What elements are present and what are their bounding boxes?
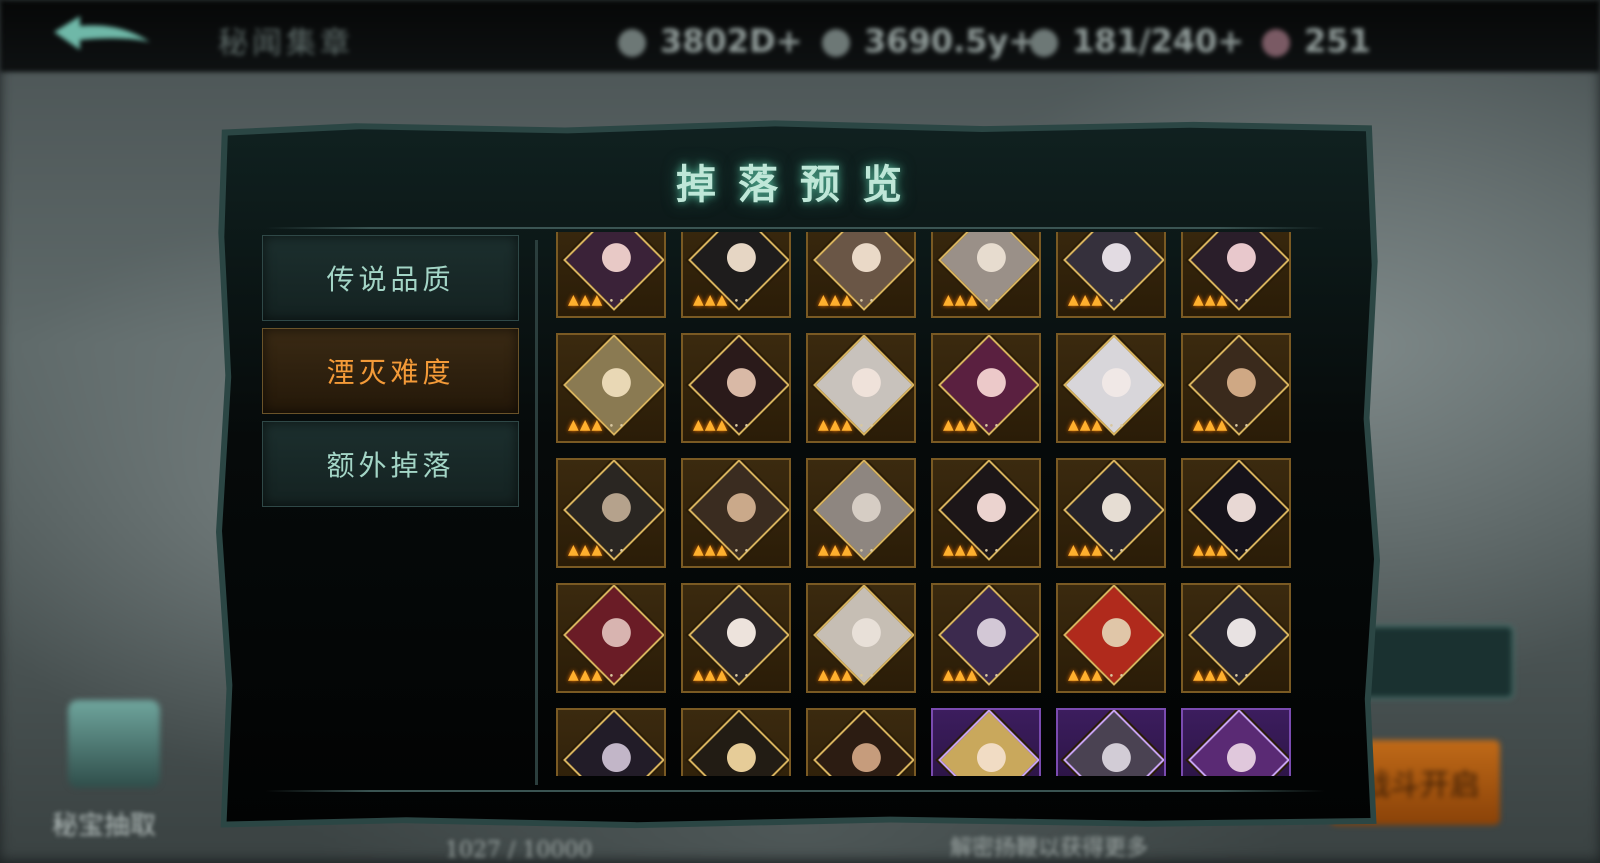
drop-item-card[interactable]: ▲▲▲ • •	[1181, 458, 1291, 568]
character-portrait	[688, 710, 789, 776]
character-portrait	[813, 710, 914, 776]
star-rating-icon: ▲▲▲ • •	[818, 417, 876, 433]
drop-item-card[interactable]: ▲▲▲ • •	[556, 232, 666, 318]
stamina-icon	[1030, 29, 1058, 57]
star-rating-icon: ▲▲▲ • •	[943, 667, 1001, 683]
drop-item-card[interactable]: ▲▲▲ • •	[1056, 708, 1166, 776]
star-rating-icon: ▲▲▲ • •	[818, 542, 876, 558]
drop-item-card[interactable]: ▲▲▲ • •	[556, 458, 666, 568]
screen-title: 秘闻集章	[218, 26, 354, 61]
character-portrait	[1188, 710, 1289, 776]
drop-item-card[interactable]: ▲▲▲ • •	[1181, 232, 1291, 318]
divider	[265, 227, 1325, 229]
tab-extra-drops[interactable]: 额外掉落	[262, 421, 519, 507]
drop-item-card[interactable]: ▲▲▲ • •	[1056, 333, 1166, 443]
drop-item-card[interactable]: ▲▲▲ • •	[556, 333, 666, 443]
drop-item-card[interactable]: ▲▲▲ • •	[806, 458, 916, 568]
drop-item-card[interactable]: ▲▲▲ • •	[806, 333, 916, 443]
star-rating-icon: ▲▲▲ • •	[943, 292, 1001, 308]
star-rating-icon: ▲▲▲ • •	[1068, 417, 1126, 433]
divider	[265, 790, 1325, 792]
drop-item-card[interactable]: ▲▲▲ • •	[931, 232, 1041, 318]
star-rating-icon: ▲▲▲ • •	[693, 667, 751, 683]
drop-item-card[interactable]: ▲▲▲ • •	[806, 583, 916, 693]
star-rating-icon: ▲▲▲ • •	[818, 667, 876, 683]
drop-item-card[interactable]: ▲▲▲ • •	[1056, 583, 1166, 693]
star-rating-icon: ▲▲▲ • •	[1068, 292, 1126, 308]
star-rating-icon: ▲▲▲ • •	[693, 417, 751, 433]
progress-text: 1027 / 10000	[445, 838, 593, 863]
star-rating-icon: ▲▲▲ • •	[1193, 542, 1251, 558]
star-rating-icon: ▲▲▲ • •	[568, 542, 626, 558]
star-rating-icon: ▲▲▲ • •	[1193, 292, 1251, 308]
panel-title: 掉落预览	[676, 161, 924, 208]
drop-item-card[interactable]: ▲▲▲ • •	[931, 708, 1041, 776]
star-rating-icon: ▲▲▲ • •	[1068, 542, 1126, 558]
drop-item-card[interactable]: ▲▲▲ • •	[681, 232, 791, 318]
star-rating-icon: ▲▲▲ • •	[568, 417, 626, 433]
drop-grid[interactable]: ▲▲▲ • • ▲▲▲ • • ▲▲▲ • • ▲▲▲ • • ▲▲▲ • • ▲▲▲ •…	[556, 232, 1310, 776]
treasure-label: 秘宝抽取	[52, 811, 157, 841]
gem-icon	[822, 29, 850, 57]
drop-item-card[interactable]: ▲▲▲ • •	[1056, 232, 1166, 318]
resource-coin[interactable]: 3802D+	[618, 22, 802, 60]
star-rating-icon: ▲▲▲ • •	[1193, 667, 1251, 683]
drop-item-card[interactable]: ▲▲▲ • •	[681, 583, 791, 693]
character-portrait	[938, 710, 1039, 776]
star-rating-icon: ▲▲▲ • •	[693, 292, 751, 308]
badge-icon	[1262, 29, 1290, 57]
drop-item-card[interactable]: ▲▲▲ • •	[806, 708, 916, 776]
top-bar: 秘闻集章 3802D+ 3690.5y+ 181/240+ 251	[0, 0, 1600, 72]
star-rating-icon: ▲▲▲ • •	[1193, 417, 1251, 433]
drop-item-card[interactable]: ▲▲▲ • •	[1181, 583, 1291, 693]
drop-item-card[interactable]: ▲▲▲ • •	[1181, 708, 1291, 776]
drop-item-card[interactable]: ▲▲▲ • •	[806, 232, 916, 318]
drop-item-card[interactable]: ▲▲▲ • •	[931, 458, 1041, 568]
star-rating-icon: ▲▲▲ • •	[568, 667, 626, 683]
coin-icon	[618, 29, 646, 57]
treasure-box-icon[interactable]	[68, 700, 160, 788]
drop-item-card[interactable]: ▲▲▲ • •	[931, 583, 1041, 693]
drop-item-card[interactable]: ▲▲▲ • •	[931, 333, 1041, 443]
star-rating-icon: ▲▲▲ • •	[568, 292, 626, 308]
tab-annihilation-difficulty[interactable]: 湮灭难度	[262, 328, 519, 414]
drop-item-card[interactable]: ▲▲▲ • •	[681, 708, 791, 776]
star-rating-icon: ▲▲▲ • •	[818, 292, 876, 308]
divider	[535, 240, 538, 785]
resource-gem[interactable]: 3690.5y+	[822, 22, 1035, 60]
resource-badge[interactable]: 251	[1262, 22, 1371, 60]
character-portrait	[563, 710, 664, 776]
tab-legendary-quality[interactable]: 传说品质	[262, 235, 519, 321]
drop-item-card[interactable]: ▲▲▲ • •	[681, 458, 791, 568]
back-arrow-icon[interactable]	[50, 14, 155, 60]
drop-item-card[interactable]: ▲▲▲ • •	[1181, 333, 1291, 443]
star-rating-icon: ▲▲▲ • •	[1068, 667, 1126, 683]
drop-item-card[interactable]: ▲▲▲ • •	[1056, 458, 1166, 568]
star-rating-icon: ▲▲▲ • •	[943, 417, 1001, 433]
star-rating-icon: ▲▲▲ • •	[943, 542, 1001, 558]
character-portrait	[1063, 710, 1164, 776]
resource-stamina[interactable]: 181/240+	[1030, 22, 1244, 60]
star-rating-icon: ▲▲▲ • •	[693, 542, 751, 558]
drop-item-card[interactable]: ▲▲▲ • •	[556, 708, 666, 776]
drop-item-card[interactable]: ▲▲▲ • •	[681, 333, 791, 443]
drop-item-card[interactable]: ▲▲▲ • •	[556, 583, 666, 693]
hint-text: 解密扬鞭以获得更多	[950, 836, 1149, 861]
